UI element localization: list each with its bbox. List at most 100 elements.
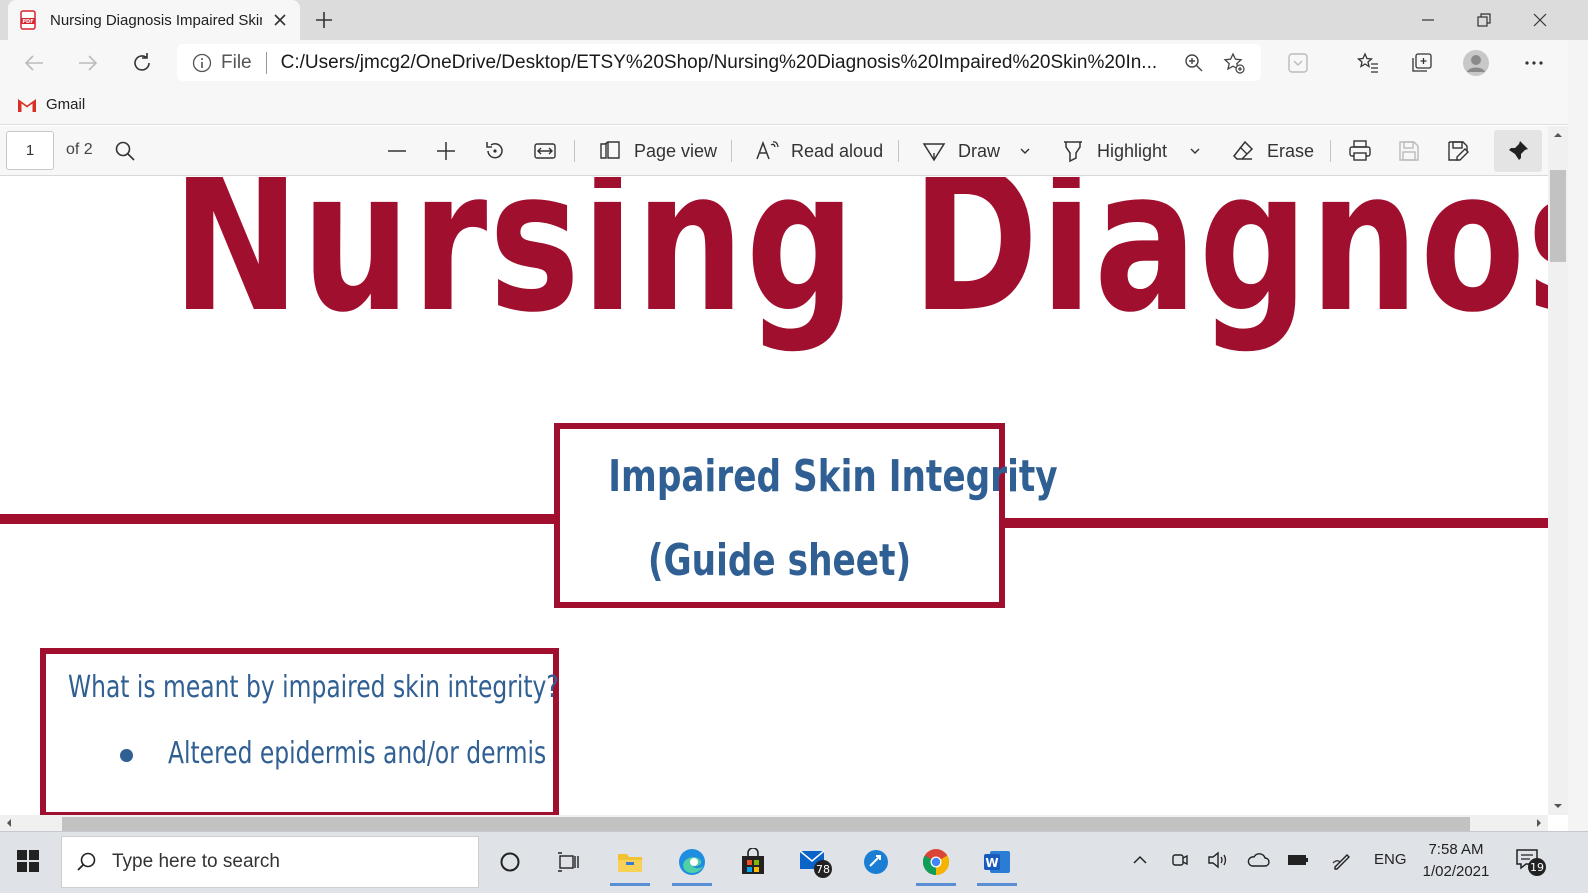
- close-window-icon[interactable]: [1526, 6, 1554, 34]
- erase-label: Erase: [1267, 140, 1315, 161]
- clock-date: 1/02/2021: [1422, 863, 1490, 880]
- chrome-icon[interactable]: [912, 838, 960, 886]
- task-view-icon[interactable]: [544, 838, 592, 886]
- file-explorer-icon[interactable]: [606, 838, 654, 886]
- search-placeholder: Type here to search: [112, 851, 280, 872]
- onedrive-icon[interactable]: [1246, 848, 1270, 872]
- bookmarks-bar: Gmail: [0, 85, 1588, 125]
- page-count: of 2: [66, 141, 93, 158]
- page-view-icon: [600, 141, 620, 159]
- window-edge: [1568, 40, 1588, 831]
- extension-icon[interactable]: [1284, 49, 1312, 77]
- notification-count: 19: [1530, 861, 1544, 874]
- forward-icon[interactable]: [74, 49, 102, 77]
- zoom-in-icon[interactable]: [435, 137, 469, 165]
- bookmark-gmail[interactable]: Gmail: [46, 96, 85, 113]
- windows-start-icon[interactable]: [14, 847, 42, 875]
- subtitle-box: Impaired Skin Integrity (Guide sheet): [554, 423, 1058, 608]
- question-box: What is meant by impaired skin integrity…: [40, 648, 559, 815]
- more-menu-icon[interactable]: [1520, 49, 1548, 77]
- highlight-label: Highlight: [1097, 140, 1168, 161]
- save-icon[interactable]: [1397, 137, 1433, 165]
- word-icon[interactable]: W: [973, 838, 1021, 886]
- gmail-icon[interactable]: [16, 96, 38, 114]
- pin-toolbar-button[interactable]: [1494, 130, 1542, 172]
- collections-icon[interactable]: [1408, 49, 1436, 77]
- fit-width-icon[interactable]: [533, 137, 569, 165]
- scroll-right-icon: [1537, 819, 1541, 827]
- notification-center-icon[interactable]: 19: [1514, 846, 1548, 878]
- scroll-up-icon: [1554, 133, 1562, 137]
- tab-strip: PDF Nursing Diagnosis Impaired Skin: [0, 0, 1588, 40]
- toolbar-divider: [898, 140, 899, 162]
- highlight-options-chevron-down-icon[interactable]: [1188, 137, 1214, 165]
- meet-now-icon[interactable]: [1168, 848, 1192, 872]
- url-text[interactable]: C:/Users/jmcg2/OneDrive/Desktop/ETSY%20S…: [281, 52, 1167, 74]
- print-icon[interactable]: [1348, 137, 1384, 165]
- input-language[interactable]: ENG: [1374, 851, 1407, 868]
- battery-icon[interactable]: [1286, 848, 1310, 872]
- new-tab-icon[interactable]: [312, 8, 336, 32]
- navigation-bar: File C:/Users/jmcg2/OneDrive/Desktop/ETS…: [0, 40, 1588, 85]
- scheme-label: File: [221, 51, 252, 73]
- add-favorite-icon[interactable]: [1221, 50, 1247, 76]
- zoom-out-icon[interactable]: [386, 137, 420, 165]
- tab-title: Nursing Diagnosis Impaired Skin: [50, 11, 262, 29]
- subtitle-line2: (Guide sheet): [647, 535, 912, 586]
- vertical-scroll-thumb[interactable]: [1550, 170, 1566, 262]
- remote-app-icon[interactable]: [852, 838, 900, 886]
- active-tab[interactable]: PDF Nursing Diagnosis Impaired Skin: [8, 0, 300, 40]
- pen-workspace-icon[interactable]: [1330, 848, 1354, 872]
- mail-badge-count: 78: [816, 863, 830, 876]
- divider-line-left: [0, 514, 560, 524]
- erase-button[interactable]: Erase: [1231, 137, 1314, 165]
- highlight-button[interactable]: Highlight: [1061, 137, 1167, 165]
- toolbar-divider: [1330, 140, 1331, 162]
- find-icon[interactable]: [114, 137, 148, 165]
- eraser-icon: [1232, 140, 1254, 160]
- toolbar-divider: [731, 140, 732, 162]
- pdf-page: Nursing Diagnosis Impaired Skin Integrit…: [0, 177, 1548, 815]
- toolbar-divider: [574, 140, 575, 162]
- taskbar-search-box[interactable]: Type here to search: [61, 836, 479, 888]
- page-view-button[interactable]: Page view: [598, 137, 717, 165]
- show-hidden-icons-chevron-up-icon[interactable]: [1128, 848, 1152, 872]
- cortana-icon[interactable]: [486, 838, 534, 886]
- app-running-indicator: [977, 883, 1017, 886]
- app-running-indicator: [610, 883, 650, 886]
- save-as-icon[interactable]: [1446, 137, 1482, 165]
- app-running-indicator: [916, 883, 956, 886]
- bullet-dot: [120, 749, 133, 762]
- draw-button[interactable]: Draw: [922, 137, 1000, 165]
- question-heading: What is meant by impaired skin integrity…: [68, 670, 559, 705]
- draw-options-chevron-down-icon[interactable]: [1018, 137, 1044, 165]
- profile-avatar-icon[interactable]: [1462, 49, 1490, 77]
- horizontal-scroll-thumb[interactable]: [62, 817, 1470, 831]
- edge-browser-icon[interactable]: [668, 838, 716, 886]
- info-icon[interactable]: [191, 52, 213, 74]
- zoom-icon[interactable]: [1181, 50, 1207, 76]
- svg-text:PDF: PDF: [22, 19, 33, 25]
- favorites-icon[interactable]: [1354, 49, 1382, 77]
- minimize-icon[interactable]: [1414, 6, 1442, 34]
- clock-time: 7:58 AM: [1428, 841, 1484, 858]
- restore-icon[interactable]: [1470, 6, 1498, 34]
- address-bar[interactable]: File C:/Users/jmcg2/OneDrive/Desktop/ETS…: [177, 44, 1261, 81]
- scroll-down-icon: [1554, 804, 1562, 808]
- refresh-icon[interactable]: [128, 49, 156, 77]
- pin-icon: [1509, 141, 1528, 160]
- clock[interactable]: 7:58 AM 1/02/2021: [1410, 839, 1502, 883]
- microsoft-store-icon[interactable]: [729, 838, 777, 886]
- mail-icon[interactable]: 78: [790, 838, 838, 886]
- volume-icon[interactable]: [1206, 848, 1230, 872]
- document-title: Nursing Diagnosis: [172, 177, 1548, 356]
- highlight-icon: [1064, 141, 1082, 163]
- rotate-icon[interactable]: [483, 137, 519, 165]
- back-icon[interactable]: [20, 49, 48, 77]
- pdf-icon: PDF: [18, 10, 38, 30]
- svg-text:W: W: [985, 856, 998, 870]
- search-icon: [77, 852, 96, 871]
- read-aloud-button[interactable]: Read aloud: [755, 137, 883, 165]
- page-number-input[interactable]: 1: [6, 131, 54, 170]
- close-tab-icon[interactable]: [270, 10, 290, 30]
